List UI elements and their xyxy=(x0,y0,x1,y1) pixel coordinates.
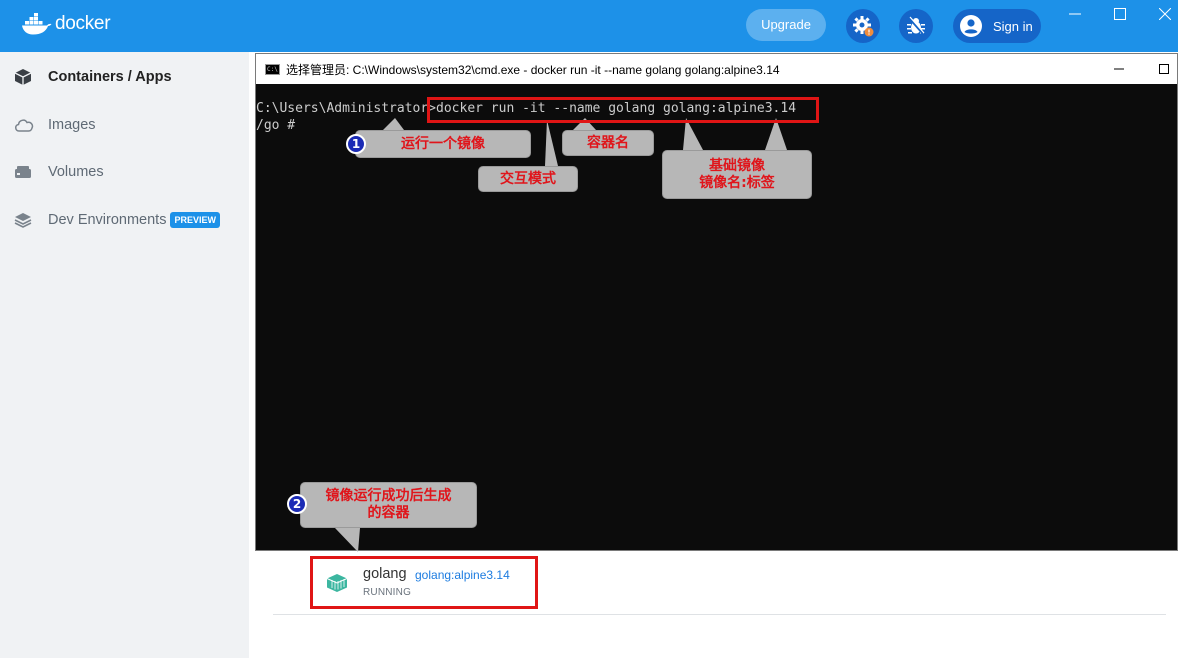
step-badge-2: 2 xyxy=(287,494,307,514)
callout-container-name: 容器名 xyxy=(562,130,654,156)
pointer-generated xyxy=(335,528,360,552)
callout-run-image: 运行一个镜像 xyxy=(355,130,531,158)
callout-base-image-line1: 基础镜像 xyxy=(709,157,765,174)
pointer-run xyxy=(383,118,404,130)
callout-base-image: 基础镜像 镜像名:标签 xyxy=(662,150,812,199)
container-highlight-box xyxy=(310,556,538,609)
callout-base-image-line2: 镜像名:标签 xyxy=(699,174,775,191)
callout-generated-line2: 的容器 xyxy=(367,505,410,521)
callout-generated-container: 镜像运行成功后生成 的容器 xyxy=(300,482,477,528)
pointer-interactive xyxy=(545,120,558,166)
command-highlight-box xyxy=(427,97,819,123)
step-badge-1: 1 xyxy=(346,134,366,154)
callout-interactive-mode: 交互模式 xyxy=(478,166,578,192)
callout-generated-line1: 镜像运行成功后生成 xyxy=(325,488,452,504)
